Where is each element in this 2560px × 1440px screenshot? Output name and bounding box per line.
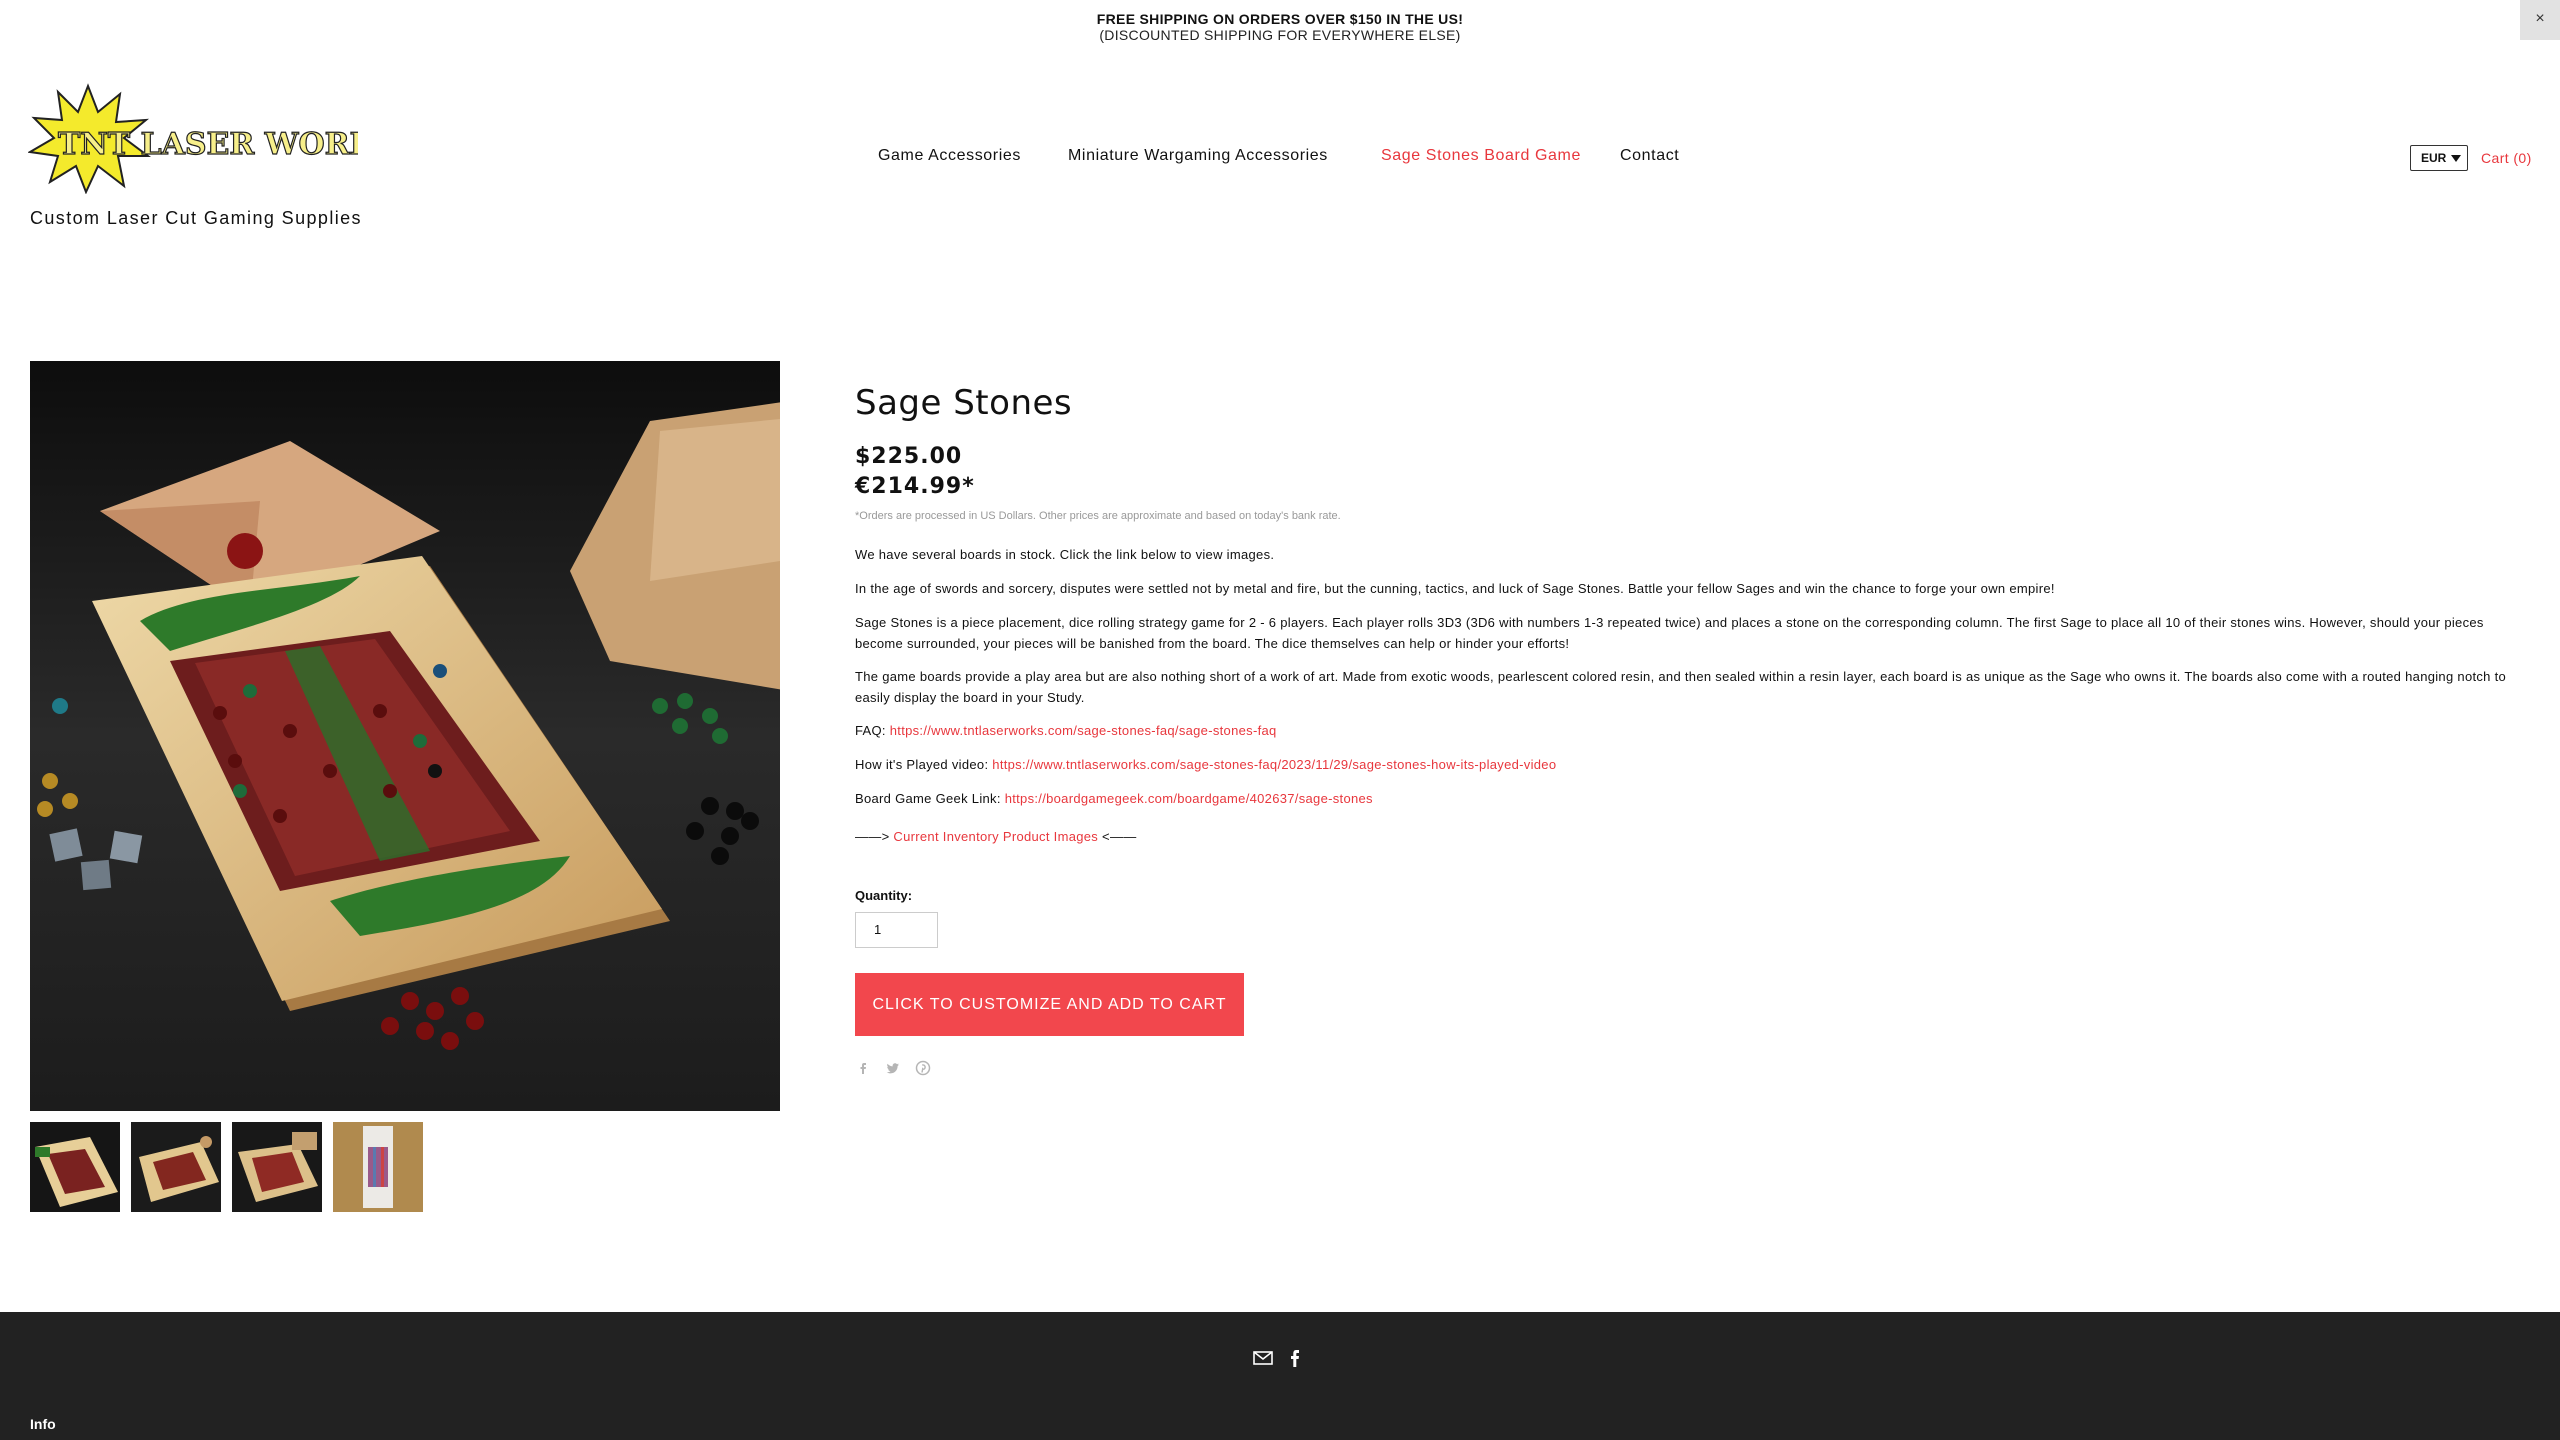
nav-item-game-accessories[interactable]: Game Accessories [878,147,1021,165]
product-thumbnail-1[interactable] [30,1122,120,1212]
site-tagline: Custom Laser Cut Gaming Supplies [30,208,362,228]
bgg-link[interactable]: https://boardgamegeek.com/boardgame/4026… [1005,791,1373,806]
bgg-label: Board Game Geek Link: [855,791,1001,806]
description-paragraph: In the age of swords and sorcery, disput… [855,581,2055,596]
price-usd: $225.00 [855,444,963,469]
faq-line: FAQ: https://www.tntlaserworks.com/sage-… [855,720,2535,741]
facebook-icon[interactable] [1284,1348,1306,1368]
email-icon[interactable] [1252,1348,1274,1368]
inventory-suffix: <—— [1102,829,1137,844]
cart-link[interactable]: Cart (0) [2481,150,2532,166]
nav-item-sage-stones[interactable]: Sage Stones Board Game [1381,147,1581,165]
announcement-close-button[interactable]: × [2520,0,2560,40]
product-thumbnail-4[interactable] [333,1122,423,1212]
footer-info-heading: Info [30,1416,56,1432]
currency-value: EUR [2421,151,2447,165]
faq-link[interactable]: https://www.tntlaserworks.com/sage-stone… [890,723,1277,738]
facebook-icon[interactable] [855,1060,871,1076]
nav-item-contact[interactable]: Contact [1620,147,1679,165]
video-link[interactable]: https://www.tntlaserworks.com/sage-stone… [992,757,1556,772]
inventory-link[interactable]: Current Inventory Product Images [893,829,1098,844]
video-line: How it's Played video: https://www.tntla… [855,754,2535,775]
product-main-image[interactable] [30,361,780,1111]
description-paragraph: We have several boards in stock. Click t… [855,547,1275,562]
quantity-label: Quantity: [855,888,913,903]
inventory-line: ——> Current Inventory Product Images <—— [855,826,2535,847]
pinterest-icon[interactable] [915,1060,931,1076]
price-note: *Orders are processed in US Dollars. Oth… [855,510,1341,522]
logo-starburst-icon: TNT LASER WORKS LLC [27,83,474,195]
description-paragraph: Sage Stones is a piece placement, dice r… [855,615,2484,651]
product-thumbnail-3[interactable] [232,1122,322,1212]
description-paragraph: The game boards provide a play area but … [855,669,2507,705]
video-label: How it's Played video: [855,757,989,772]
bgg-line: Board Game Geek Link: https://boardgameg… [855,788,2535,809]
announcement-bar: FREE SHIPPING ON ORDERS OVER $150 IN THE… [0,0,2560,52]
twitter-icon[interactable] [885,1060,901,1076]
nav-item-miniature-wargaming[interactable]: Miniature Wargaming Accessories [1068,147,1328,165]
currency-select[interactable]: EUR [2410,145,2468,171]
announcement-line-1: FREE SHIPPING ON ORDERS OVER $150 IN THE… [1096,11,1464,27]
site-logo[interactable]: TNT LASER WORKS LLC [27,82,474,195]
inventory-prefix: ——> [855,829,890,844]
quantity-input[interactable]: 1 [855,912,938,948]
faq-label: FAQ: [855,723,886,738]
announcement-line-2: (DISCOUNTED SHIPPING FOR EVERYWHERE ELSE… [1099,27,1461,43]
board-game-photo [30,361,780,1111]
product-thumbnail-2[interactable] [131,1122,221,1212]
customize-add-to-cart-button[interactable]: CLICK TO CUSTOMIZE AND ADD TO CART [855,973,1244,1036]
main-nav: Game Accessories Miniature Wargaming Acc… [0,147,2560,171]
price-eur: €214.99* [855,474,975,499]
product-title: Sage Stones [855,383,1073,423]
chevron-down-icon [2451,155,2461,162]
site-footer: Info [0,1312,2560,1440]
